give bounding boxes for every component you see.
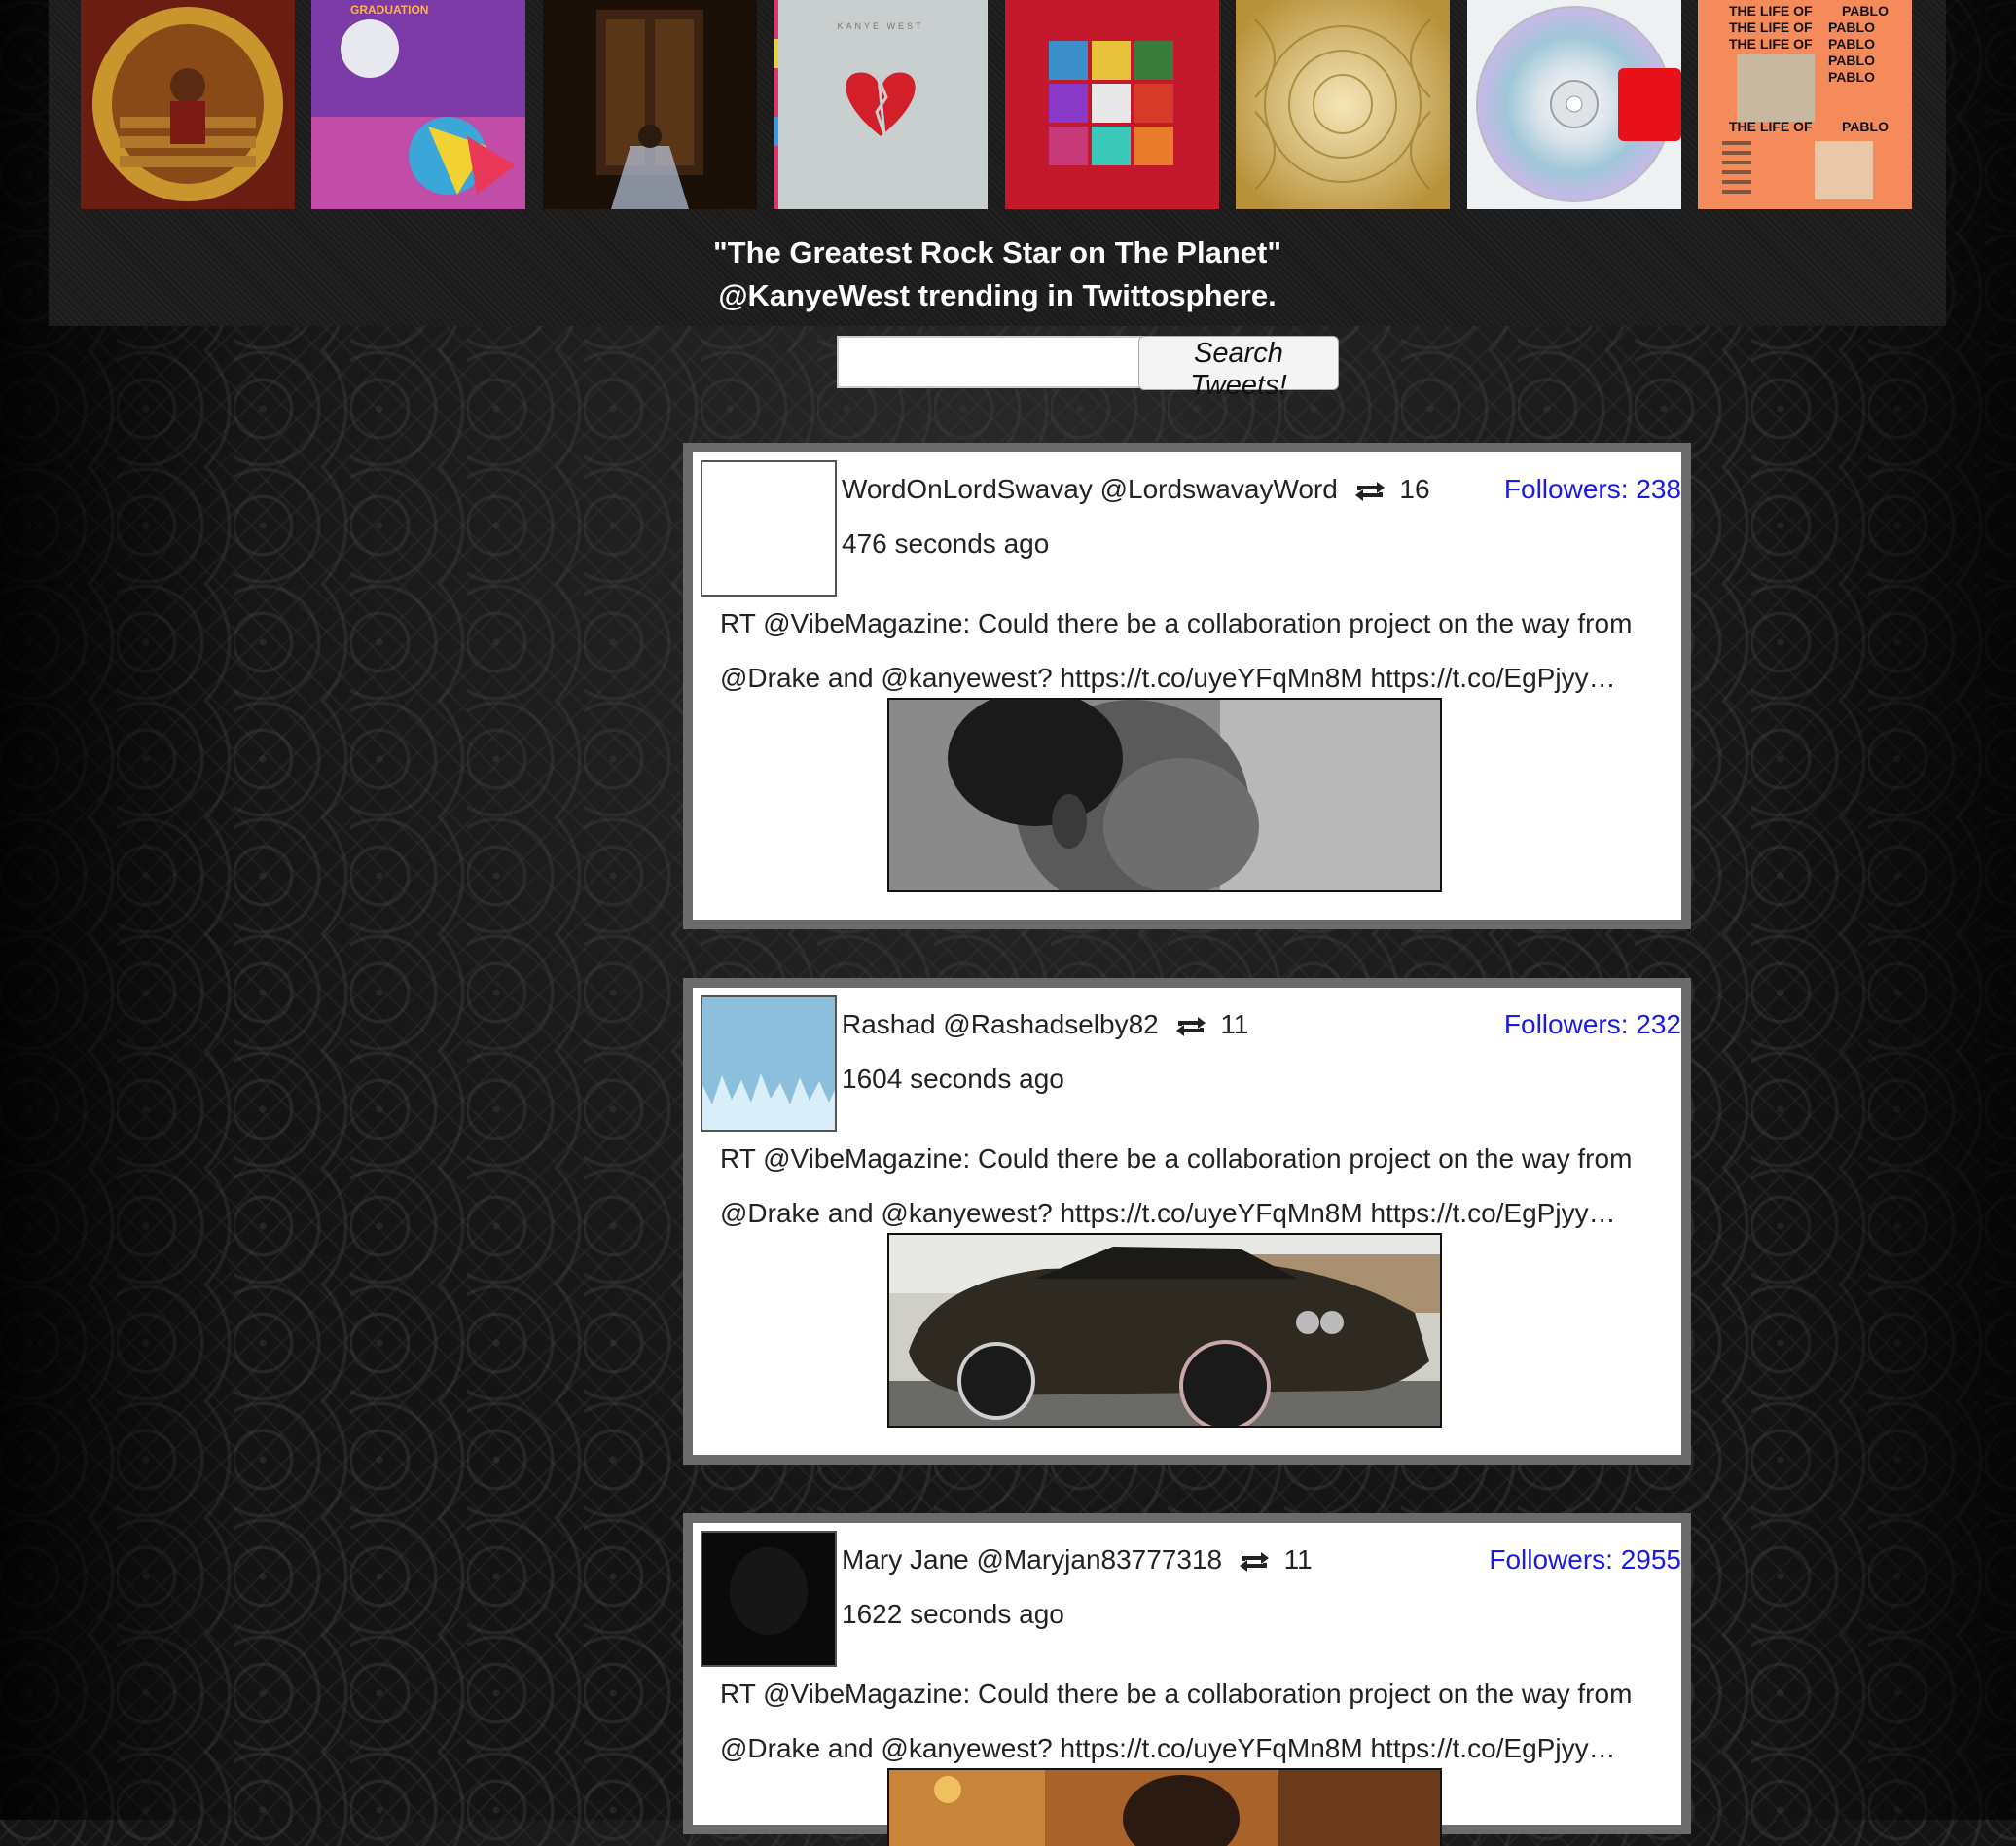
watch-the-throne-cover[interactable]: [1236, 0, 1450, 209]
tweet-media-car[interactable]: [887, 1233, 1442, 1428]
tweet-text: RT @VibeMagazine: Could there be a colla…: [720, 1679, 1633, 1763]
header-banner: GRADUATION KANYE WEST THE LIFE OF PABLO …: [49, 0, 1946, 326]
svg-text:PABLO: PABLO: [1828, 19, 1875, 35]
the-life-of-pablo-cover[interactable]: THE LIFE OF PABLO THE LIFE OF PABLO THE …: [1698, 0, 1912, 209]
followers-count[interactable]: Followers: 2955: [1489, 1544, 1681, 1575]
search-tweets-button[interactable]: Search Tweets!: [1138, 336, 1339, 401]
tweet-user-line: Mary Jane @Maryjan83777318 11: [842, 1544, 1313, 1575]
tweet-card: Rashad @Rashadselby82 11 Followers: 232 …: [683, 978, 1691, 1465]
tweet-user-name[interactable]: Rashad: [842, 1009, 936, 1039]
tweet-timestamp: 1604 seconds ago: [842, 1064, 1064, 1094]
retweet-icon: [1354, 481, 1385, 501]
tweet-text: RT @VibeMagazine: Could there be a colla…: [720, 608, 1633, 693]
tweet-user-handle[interactable]: @LordswavayWord: [1100, 474, 1338, 504]
tweet-text: RT @VibeMagazine: Could there be a colla…: [720, 1143, 1633, 1228]
avatar[interactable]: [701, 460, 837, 597]
retweet-count: 11: [1220, 1009, 1249, 1039]
tweet-card: WordOnLordSwavay @LordswavayWord 16 Foll…: [683, 443, 1691, 929]
tweet-media-portrait[interactable]: [887, 698, 1442, 892]
tweet-media-room[interactable]: [887, 1768, 1442, 1846]
avatar[interactable]: [701, 1531, 837, 1667]
tweet-card: Mary Jane @Maryjan83777318 11 Followers:…: [683, 1513, 1691, 1846]
tweet-user-line: WordOnLordSwavay @LordswavayWord 16: [842, 474, 1430, 505]
retweet-count: 16: [1399, 474, 1430, 504]
svg-text:THE LIFE OF: THE LIFE OF: [1729, 36, 1813, 52]
tagline-line-2: @KanyeWest trending in Twittosphere.: [718, 278, 1277, 312]
808s-heartbreak-cover[interactable]: KANYE WEST: [774, 0, 988, 209]
tweet-timestamp: 1622 seconds ago: [842, 1599, 1064, 1629]
retweet-icon: [1239, 1551, 1269, 1572]
svg-text:PABLO: PABLO: [1828, 69, 1875, 85]
tweet-user-handle[interactable]: @Maryjan83777318: [977, 1544, 1223, 1575]
tweet-user-name[interactable]: Mary Jane: [842, 1544, 969, 1575]
tweet-timestamp: 476 seconds ago: [842, 528, 1050, 559]
graduation-cover[interactable]: GRADUATION: [311, 0, 525, 209]
followers-count[interactable]: Followers: 232: [1504, 1009, 1681, 1040]
svg-text:KANYE WEST: KANYE WEST: [837, 21, 923, 31]
svg-text:PABLO: PABLO: [1842, 119, 1889, 134]
search-form: Search Tweets!: [837, 336, 1352, 401]
album-cover-strip: GRADUATION KANYE WEST THE LIFE OF PABLO …: [81, 0, 1920, 209]
tweet-user-name[interactable]: WordOnLordSwavay: [842, 474, 1093, 504]
avatar[interactable]: [701, 995, 837, 1132]
yeezus-cover[interactable]: [1467, 0, 1681, 209]
retweet-icon: [1175, 1016, 1206, 1036]
my-beautiful-dark-twisted-fantasy-cover[interactable]: [1005, 0, 1219, 209]
retweet-count: 11: [1283, 1544, 1313, 1575]
svg-text:GRADUATION: GRADUATION: [350, 3, 428, 17]
svg-text:THE LIFE OF: THE LIFE OF: [1729, 3, 1813, 18]
search-input[interactable]: [837, 336, 1144, 388]
svg-text:PABLO: PABLO: [1828, 53, 1875, 68]
tagline-line-1: "The Greatest Rock Star on The Planet": [712, 235, 1282, 270]
svg-text:PABLO: PABLO: [1828, 36, 1875, 52]
the-college-dropout-cover[interactable]: [81, 0, 295, 209]
tweet-user-line: Rashad @Rashadselby82 11: [842, 1009, 1248, 1040]
svg-text:THE LIFE OF: THE LIFE OF: [1729, 19, 1813, 35]
tagline: "The Greatest Rock Star on The Planet" @…: [49, 232, 1946, 317]
svg-text:PABLO: PABLO: [1842, 3, 1889, 18]
followers-count[interactable]: Followers: 238: [1504, 474, 1681, 505]
tweet-user-handle[interactable]: @Rashadselby82: [943, 1009, 1158, 1039]
late-registration-cover[interactable]: [543, 0, 757, 209]
